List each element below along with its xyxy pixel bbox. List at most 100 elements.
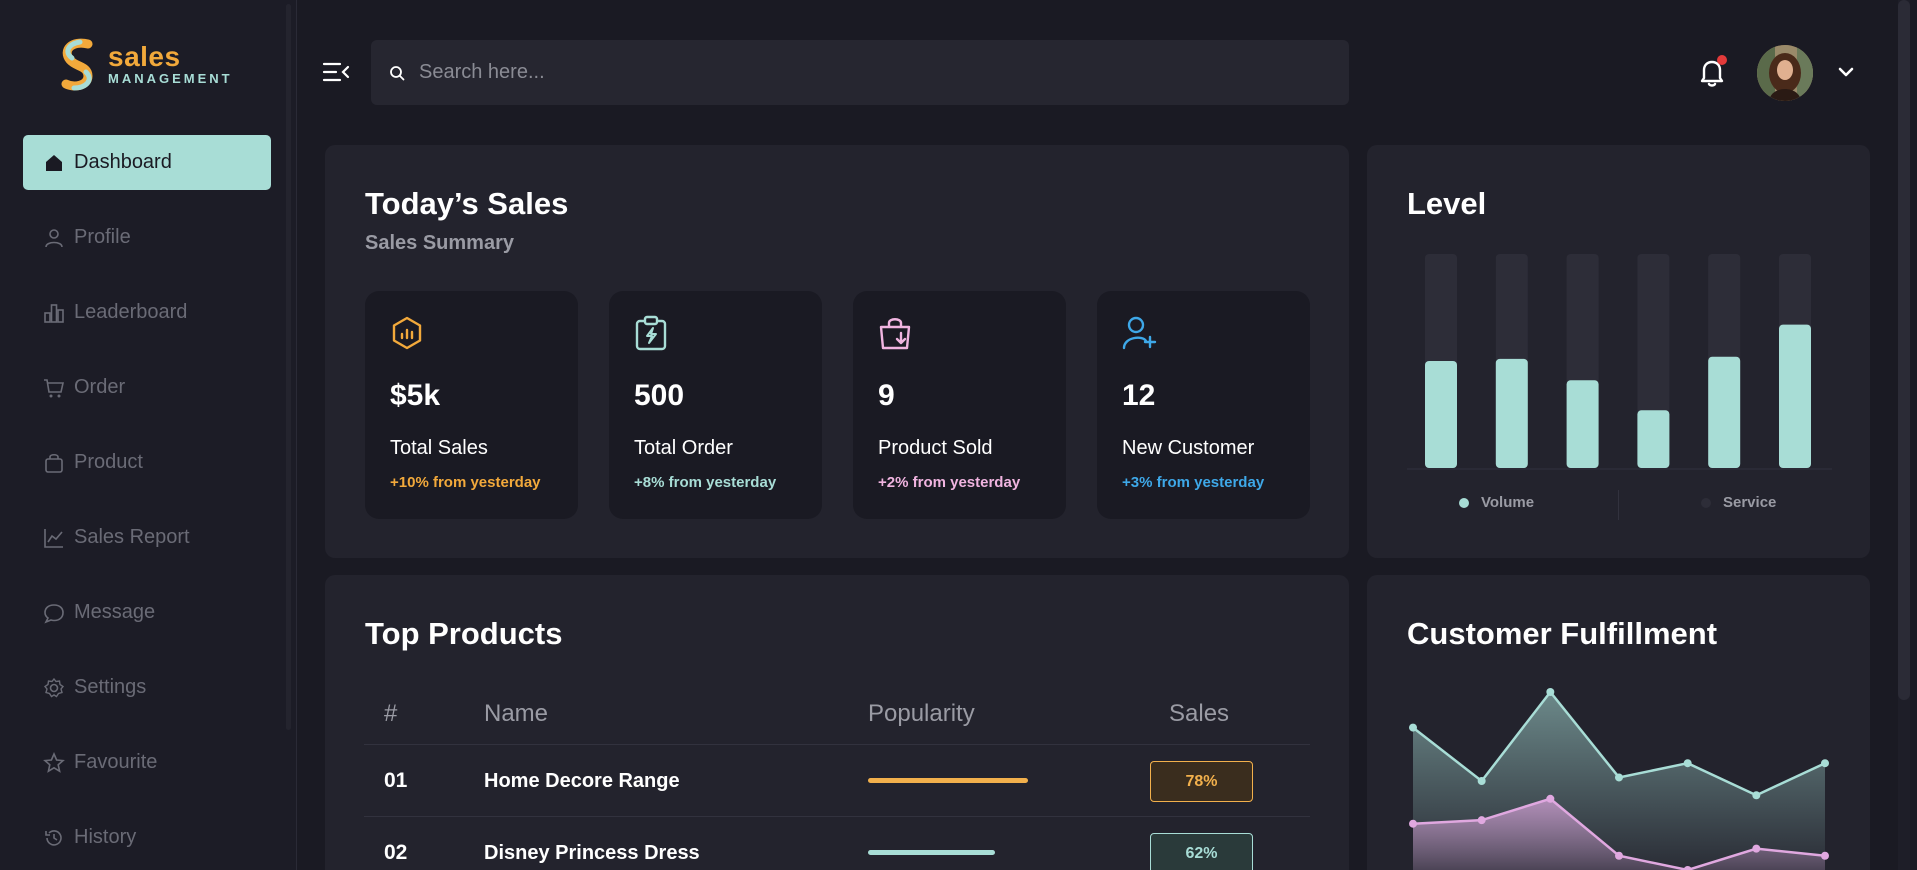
sales-badge: 78% [1150, 761, 1253, 802]
column-header-sales: Sales [1169, 700, 1230, 727]
sidebar-item-label: Settings [74, 676, 147, 698]
sidebar-item-label: Order [74, 376, 126, 398]
stat-value: $5k [390, 379, 441, 412]
legend-item-service: Service [1701, 494, 1776, 511]
add-user-icon [1122, 316, 1157, 350]
search-icon [390, 65, 405, 80]
shopping-bag-icon [879, 318, 911, 350]
sidebar-item-label: Profile [74, 226, 131, 248]
clipboard-icon [635, 315, 667, 351]
sidebar-nav: Dashboard Profile Leaderboard Order Prod… [23, 135, 271, 870]
sidebar-item-label: Favourite [74, 751, 158, 773]
legend-item-volume: Volume [1459, 494, 1534, 511]
sidebar-item-label: Sales Report [74, 526, 190, 548]
stat-card-product-sold[interactable]: 9 Product Sold +2% from yesterday [853, 291, 1066, 519]
sidebar-item-settings[interactable]: Settings [23, 660, 271, 715]
sidebar: sales MANAGEMENT Dashboard Profile Leade… [0, 0, 297, 870]
data-point [1546, 794, 1555, 803]
level-title: Level [1407, 186, 1487, 221]
stat-card-total-order[interactable]: 500 Total Order +8% from yesterday [609, 291, 822, 519]
bar-volume [1425, 361, 1457, 468]
product-name: Home Decore Range [484, 770, 680, 792]
data-point [1546, 688, 1555, 696]
legend-divider [1618, 490, 1619, 520]
sidebar-item-product[interactable]: Product [23, 435, 271, 490]
sidebar-item-history[interactable]: History [23, 810, 271, 865]
table-divider [364, 744, 1310, 745]
level-legend: Volume Service [1407, 490, 1832, 520]
menu-collapse-icon[interactable] [322, 60, 350, 84]
bar-volume [1637, 410, 1670, 468]
stat-delta: +10% from yesterday [390, 474, 541, 491]
chevron-down-icon[interactable] [1836, 62, 1856, 82]
sales-title: Today’s Sales [365, 186, 569, 221]
level-bar-chart [1407, 254, 1832, 470]
logo-mark-icon [61, 38, 93, 91]
stat-label: Total Order [634, 437, 733, 459]
sales-subtitle: Sales Summary [365, 232, 514, 254]
data-point [1615, 851, 1623, 860]
stat-card-new-customer[interactable]: 12 New Customer +3% from yesterday [1097, 291, 1310, 519]
popularity-bar [868, 850, 995, 855]
stat-card-total-sales[interactable]: $5k Total Sales +10% from yesterday [365, 291, 578, 519]
data-point [1477, 816, 1486, 825]
sales-chart-icon [392, 316, 422, 350]
brand-subtitle: MANAGEMENT [108, 71, 233, 86]
notification-badge [1717, 55, 1727, 65]
sidebar-item-label: Product [74, 451, 143, 473]
data-point [1683, 759, 1692, 768]
sidebar-item-leaderboard[interactable]: Leaderboard [23, 285, 271, 340]
stat-delta: +2% from yesterday [878, 474, 1021, 491]
column-header-popularity: Popularity [868, 700, 975, 727]
stat-value: 500 [634, 379, 685, 412]
sidebar-item-label: Leaderboard [74, 301, 188, 323]
stat-value: 12 [1122, 379, 1156, 412]
page-scrollbar-thumb[interactable] [1898, 0, 1910, 700]
row-number: 02 [384, 841, 408, 864]
sidebar-item-favourite[interactable]: Favourite [23, 735, 271, 790]
brand-name: sales [108, 41, 181, 72]
bar-volume [1495, 358, 1528, 468]
sidebar-item-order[interactable]: Order [23, 360, 271, 415]
data-point [1409, 819, 1417, 828]
brand-logo[interactable]: sales MANAGEMENT [58, 38, 233, 92]
column-header-number: # [384, 700, 398, 727]
data-point [1752, 844, 1761, 853]
sidebar-item-label: Message [74, 601, 156, 623]
sidebar-item-profile[interactable]: Profile [23, 210, 271, 265]
sidebar-item-message[interactable]: Message [23, 585, 271, 640]
data-point [1409, 723, 1417, 732]
bar-volume [1566, 380, 1599, 468]
stat-delta: +3% from yesterday [1122, 474, 1265, 491]
search-bar[interactable] [371, 40, 1349, 105]
history-icon [43, 827, 65, 849]
sidebar-item-sales-report[interactable]: Sales Report [23, 510, 271, 565]
row-number: 01 [384, 769, 408, 792]
data-point [1615, 773, 1623, 782]
avatar[interactable] [1757, 45, 1813, 101]
customer-fulfillment-area-chart [1409, 688, 1829, 870]
bar-volume [1779, 324, 1811, 468]
data-point [1752, 791, 1761, 800]
data-point [1477, 777, 1486, 785]
stat-label: New Customer [1122, 437, 1255, 459]
chat-icon [43, 602, 65, 624]
legend-swatch-service [1701, 497, 1711, 508]
legend-label: Volume [1481, 494, 1535, 511]
search-input[interactable] [419, 61, 1319, 84]
customer-fulfillment-title: Customer Fulfillment [1407, 616, 1718, 651]
legend-label: Service [1723, 494, 1777, 511]
legend-swatch-volume [1459, 497, 1469, 508]
popularity-bar [868, 778, 1028, 783]
stat-delta: +8% from yesterday [634, 474, 777, 491]
column-header-name: Name [484, 700, 549, 727]
sidebar-scrollbar[interactable] [286, 4, 291, 730]
gear-icon [43, 677, 65, 699]
sales-badge: 62% [1150, 833, 1253, 870]
sidebar-item-dashboard[interactable]: Dashboard [23, 135, 271, 190]
product-name: Disney Princess Dress [484, 842, 700, 864]
bar-chart-icon [43, 302, 65, 324]
stat-label: Product Sold [878, 437, 993, 459]
home-icon [43, 152, 65, 174]
line-chart-icon [43, 527, 65, 549]
